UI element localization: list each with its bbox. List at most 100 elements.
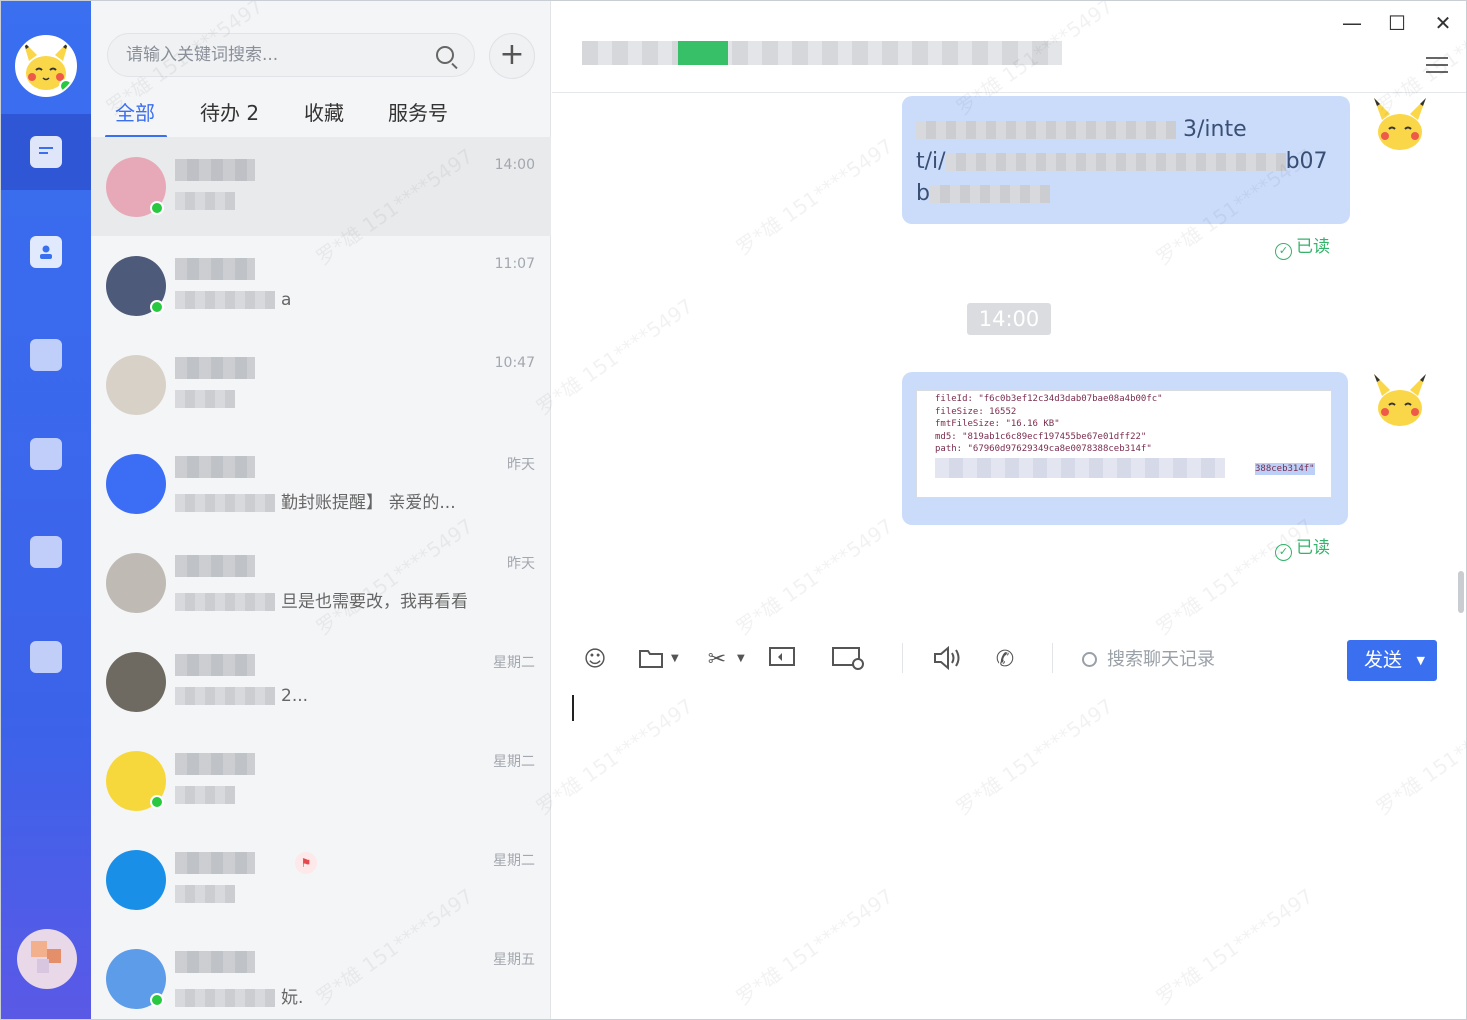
conversation-item[interactable]: 10:47 [91,335,551,434]
nav-contacts[interactable] [1,214,91,290]
avatar[interactable] [106,850,166,910]
nav-apps[interactable] [1,619,91,695]
code-line: fmtFileSize: "16.16 KB" [935,419,1060,429]
conversation-time: 星期二 [493,754,535,770]
search-history-label: 搜索聊天记录 [1107,649,1215,670]
avatar[interactable] [106,454,166,514]
apps-grid-icon [30,641,62,673]
tab-all[interactable]: 全部 [115,97,155,126]
conversation-item[interactable]: ⚑ 星期二 [91,830,551,929]
chat-header: — ☐ ✕ [552,1,1466,93]
code-line: path: "67960d97629349ca8e0078388ceb314f" [935,444,1152,454]
folder-icon[interactable] [636,645,666,675]
screen-share-icon[interactable] [767,645,797,675]
tab-favorites[interactable]: 收藏 [304,97,344,126]
online-status-dot [150,201,164,215]
phone-icon[interactable]: ✆ [990,645,1020,675]
conversation-preview [175,884,495,904]
conversation-name [175,555,255,577]
conversation-item[interactable]: 星期二 2... [91,632,551,731]
send-button[interactable]: 发送 ▼ [1347,640,1437,681]
conversation-preview [175,389,495,409]
toolbar-separator [902,643,903,673]
conversation-time: 星期二 [493,655,535,671]
minimize-button[interactable]: — [1337,11,1367,35]
send-label: 发送 [1364,649,1403,671]
avatar[interactable] [106,355,166,415]
conversation-item[interactable]: 昨天 勤封账提醒】 亲爱的... [91,434,551,533]
text-cursor [572,695,574,721]
screenshot-dropdown-icon[interactable]: ▼ [737,653,745,664]
conversation-item[interactable]: 星期五妧. [91,929,551,1019]
emoji-icon[interactable]: ☺ [580,645,610,675]
scrollbar[interactable] [1458,571,1464,613]
conversation-name [175,456,255,478]
read-status: ✓ 已读 [1275,232,1330,260]
conversation-time: 星期二 [493,853,535,869]
image-message-bubble[interactable]: fileId: "f6c0b3ef12c34d3dab07bae08a4b00f… [902,372,1348,525]
chat-panel: — ☐ ✕ 3/inte t/i/b07 b ✓ 已读 14:00 fileId… [552,1,1466,1019]
maximize-button[interactable]: ☐ [1382,11,1412,35]
conversation-name [175,951,255,973]
add-button[interactable]: + [489,33,535,79]
nav-documents[interactable] [1,514,91,590]
folder-dropdown-icon[interactable]: ▼ [671,653,679,664]
conversation-time: 10:47 [494,355,535,371]
code-line: 388ceb314f" [935,457,1315,478]
conversation-item[interactable]: 14:00 [91,137,551,236]
conversation-name [175,654,255,676]
scissors-icon[interactable]: ✂ [702,645,732,675]
nav-rail [1,1,91,1019]
code-line: fileSize: 16552 [935,406,1017,417]
conversation-preview: 妧. [175,983,495,1008]
conversation-time: 星期五 [493,952,535,968]
remote-assist-icon[interactable] [830,645,866,675]
tab-service-accounts[interactable]: 服务号 [388,97,448,126]
message-input[interactable] [552,691,1466,1019]
nav-video[interactable] [1,416,91,492]
composer-toolbar: ☺ ▼ ✂ ▼ ✆ 搜索聊天记录 发送 ▼ [552,625,1466,691]
toolbar-separator [1052,643,1053,673]
tab-todo[interactable]: 待办 2 [200,97,259,126]
menu-icon[interactable] [1426,57,1448,73]
workspace-avatar[interactable] [17,929,77,989]
conversation-preview: 2... [175,686,495,706]
online-status-dot [150,300,164,314]
voice-call-icon[interactable] [932,645,962,675]
message-area: 3/inte t/i/b07 b ✓ 已读 14:00 fileId: "f6c… [552,94,1466,624]
search-box [107,33,475,77]
conversation-item[interactable]: 11:07 a [91,236,551,335]
calendar-icon [30,339,62,371]
search-history-button[interactable]: 搜索聊天记录 [1082,645,1215,675]
conversation-time: 昨天 [507,556,535,572]
app-window: + 全部 待办 2 收藏 服务号 14:0011:07a10:47昨天勤封账提醒… [0,0,1467,1020]
code-line: md5: "819ab1c6c89ecf197455be67e01dff22" [935,431,1147,442]
code-screenshot[interactable]: fileId: "f6c0b3ef12c34d3dab07bae08a4b00f… [916,390,1332,498]
conversation-name [175,753,255,775]
nav-messages[interactable] [1,114,91,190]
pikachu-avatar-icon [1374,98,1426,150]
conversation-item[interactable]: 昨天 旦是也需要改，我再看看 [91,533,551,632]
close-button[interactable]: ✕ [1428,11,1458,35]
my-avatar[interactable] [15,35,77,97]
message-line: b [916,178,1050,210]
code-line: fileId: "f6c0b3ef12c34d3dab07bae08a4b00f… [935,394,1163,404]
conversation-name [175,159,255,181]
online-status-dot [150,795,164,809]
search-icon[interactable] [436,46,454,64]
avatar[interactable] [106,652,166,712]
pikachu-avatar-icon [1374,374,1426,426]
conversation-name [175,258,255,280]
message-bubble[interactable]: 3/inte t/i/b07 b [902,96,1350,224]
conversation-preview: 勤封账提醒】 亲爱的... [175,488,495,513]
avatar[interactable] [106,553,166,613]
check-circle-icon: ✓ [1275,544,1292,561]
document-icon [30,536,62,568]
search-input[interactable] [126,42,426,68]
nav-calendar[interactable] [1,317,91,393]
search-icon [1082,652,1097,667]
conversation-name [175,357,255,379]
send-options-icon[interactable]: ▼ [1417,640,1425,681]
conversation-item[interactable]: 星期二 [91,731,551,830]
conversation-preview [175,785,495,805]
